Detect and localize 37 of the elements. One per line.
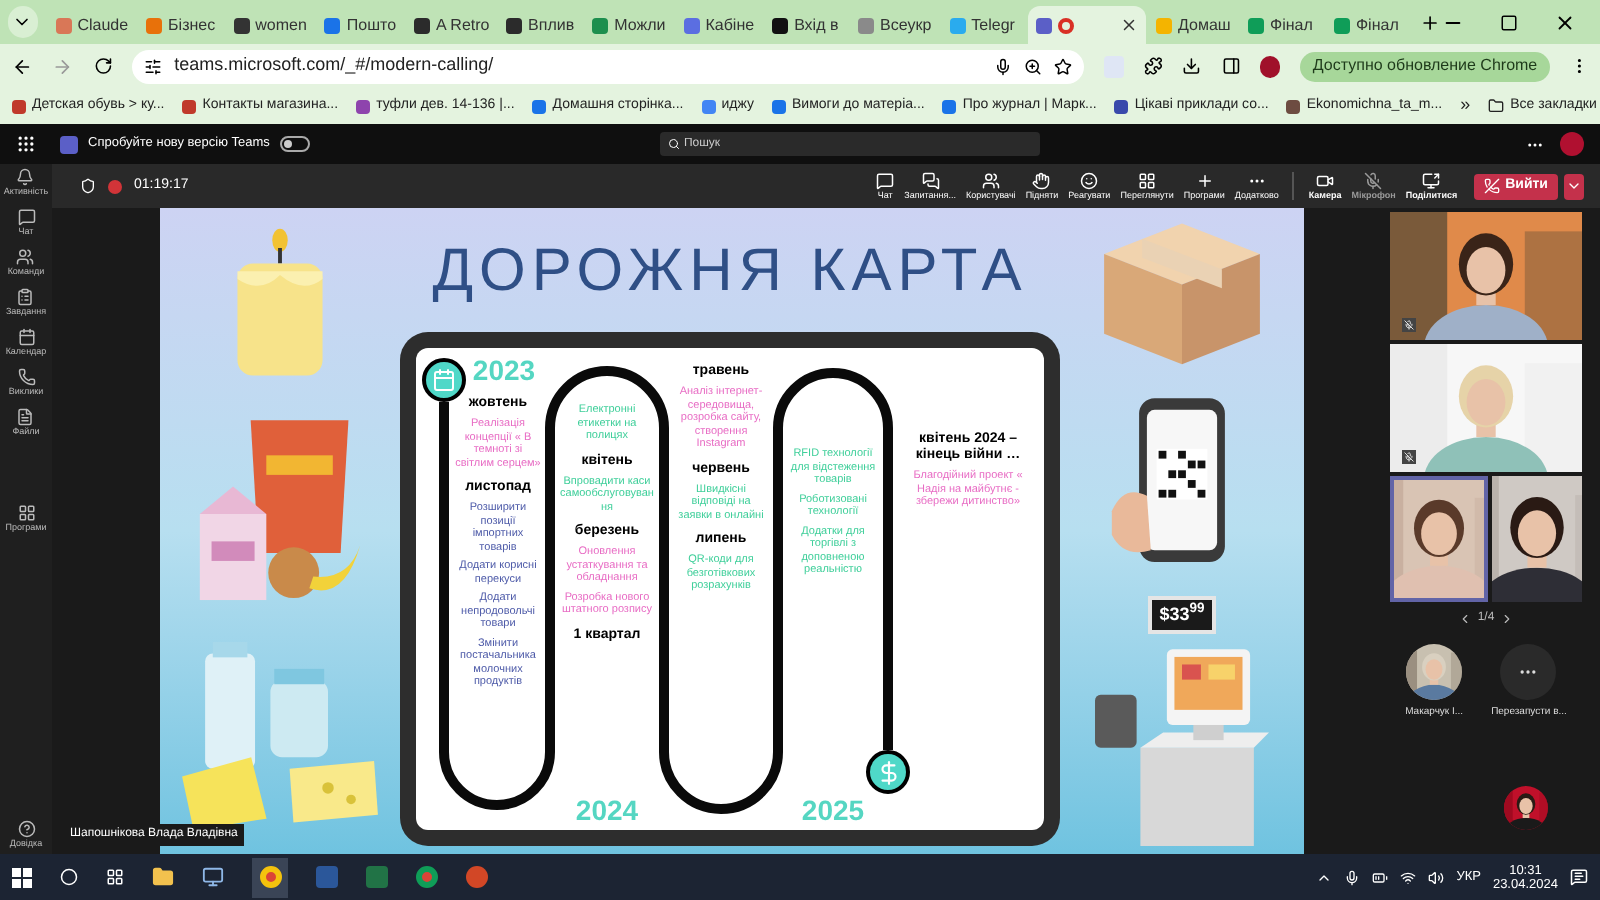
browser-tab[interactable]: Бізнес bbox=[138, 6, 224, 44]
tab-title: Фінал bbox=[1355, 13, 1399, 37]
tab-title: Вплив bbox=[528, 13, 575, 37]
tab-title: Кабіне bbox=[705, 13, 755, 37]
browser-tab[interactable]: Вхід в bbox=[764, 6, 849, 44]
tab-title: Пошто bbox=[346, 13, 397, 37]
tab-title: Фінал bbox=[1270, 13, 1313, 37]
browser-tab[interactable]: Telegr bbox=[941, 6, 1026, 44]
browser-tab[interactable]: Кабіне bbox=[675, 6, 763, 44]
browser-tab[interactable]: Вплив bbox=[498, 6, 583, 44]
year-label: 2024 bbox=[573, 796, 641, 826]
tab-title: Можли bbox=[614, 13, 666, 37]
tab-title: women bbox=[255, 13, 307, 37]
browser-tab[interactable]: Фінал bbox=[1240, 6, 1324, 44]
url-text: teams.microsoft.com/_#/modern-calling/ bbox=[174, 52, 494, 79]
browser-tab[interactable]: women bbox=[225, 6, 315, 44]
tab-title: A Retro bbox=[436, 13, 490, 37]
browser-tab[interactable]: Всеукр bbox=[850, 6, 940, 44]
tab-title: Вхід в bbox=[794, 13, 839, 37]
browser-tab[interactable]: Можли bbox=[584, 6, 674, 44]
price-tag: $33$^{99}$ bbox=[1147, 595, 1217, 634]
update-button[interactable]: Доступно обновление Chrome bbox=[1300, 51, 1550, 81]
year-label: 2025 bbox=[799, 796, 867, 826]
tab-title: Claude bbox=[77, 13, 129, 37]
tab-title: Telegr bbox=[971, 13, 1015, 37]
tab-title: Домаш bbox=[1178, 13, 1231, 37]
tab-title: Бізнес bbox=[168, 13, 216, 37]
tab-title: Всеукр bbox=[880, 13, 932, 37]
slide-title: ДОРОЖНЯ КАРТА bbox=[430, 235, 1030, 307]
browser-tab[interactable]: Claude bbox=[47, 6, 137, 44]
browser-tab[interactable]: Домаш bbox=[1148, 6, 1239, 44]
browser-tab[interactable]: A Retro bbox=[406, 6, 497, 44]
year-label: 2023 bbox=[470, 356, 538, 386]
address-bar[interactable]: teams.microsoft.com/_#/modern-calling/ bbox=[132, 49, 1083, 83]
more-bookmarks-button[interactable]: » bbox=[1460, 92, 1471, 120]
browser-tab[interactable]: Фінал bbox=[1325, 6, 1410, 44]
browser-tab[interactable]: Пошто bbox=[316, 6, 405, 44]
